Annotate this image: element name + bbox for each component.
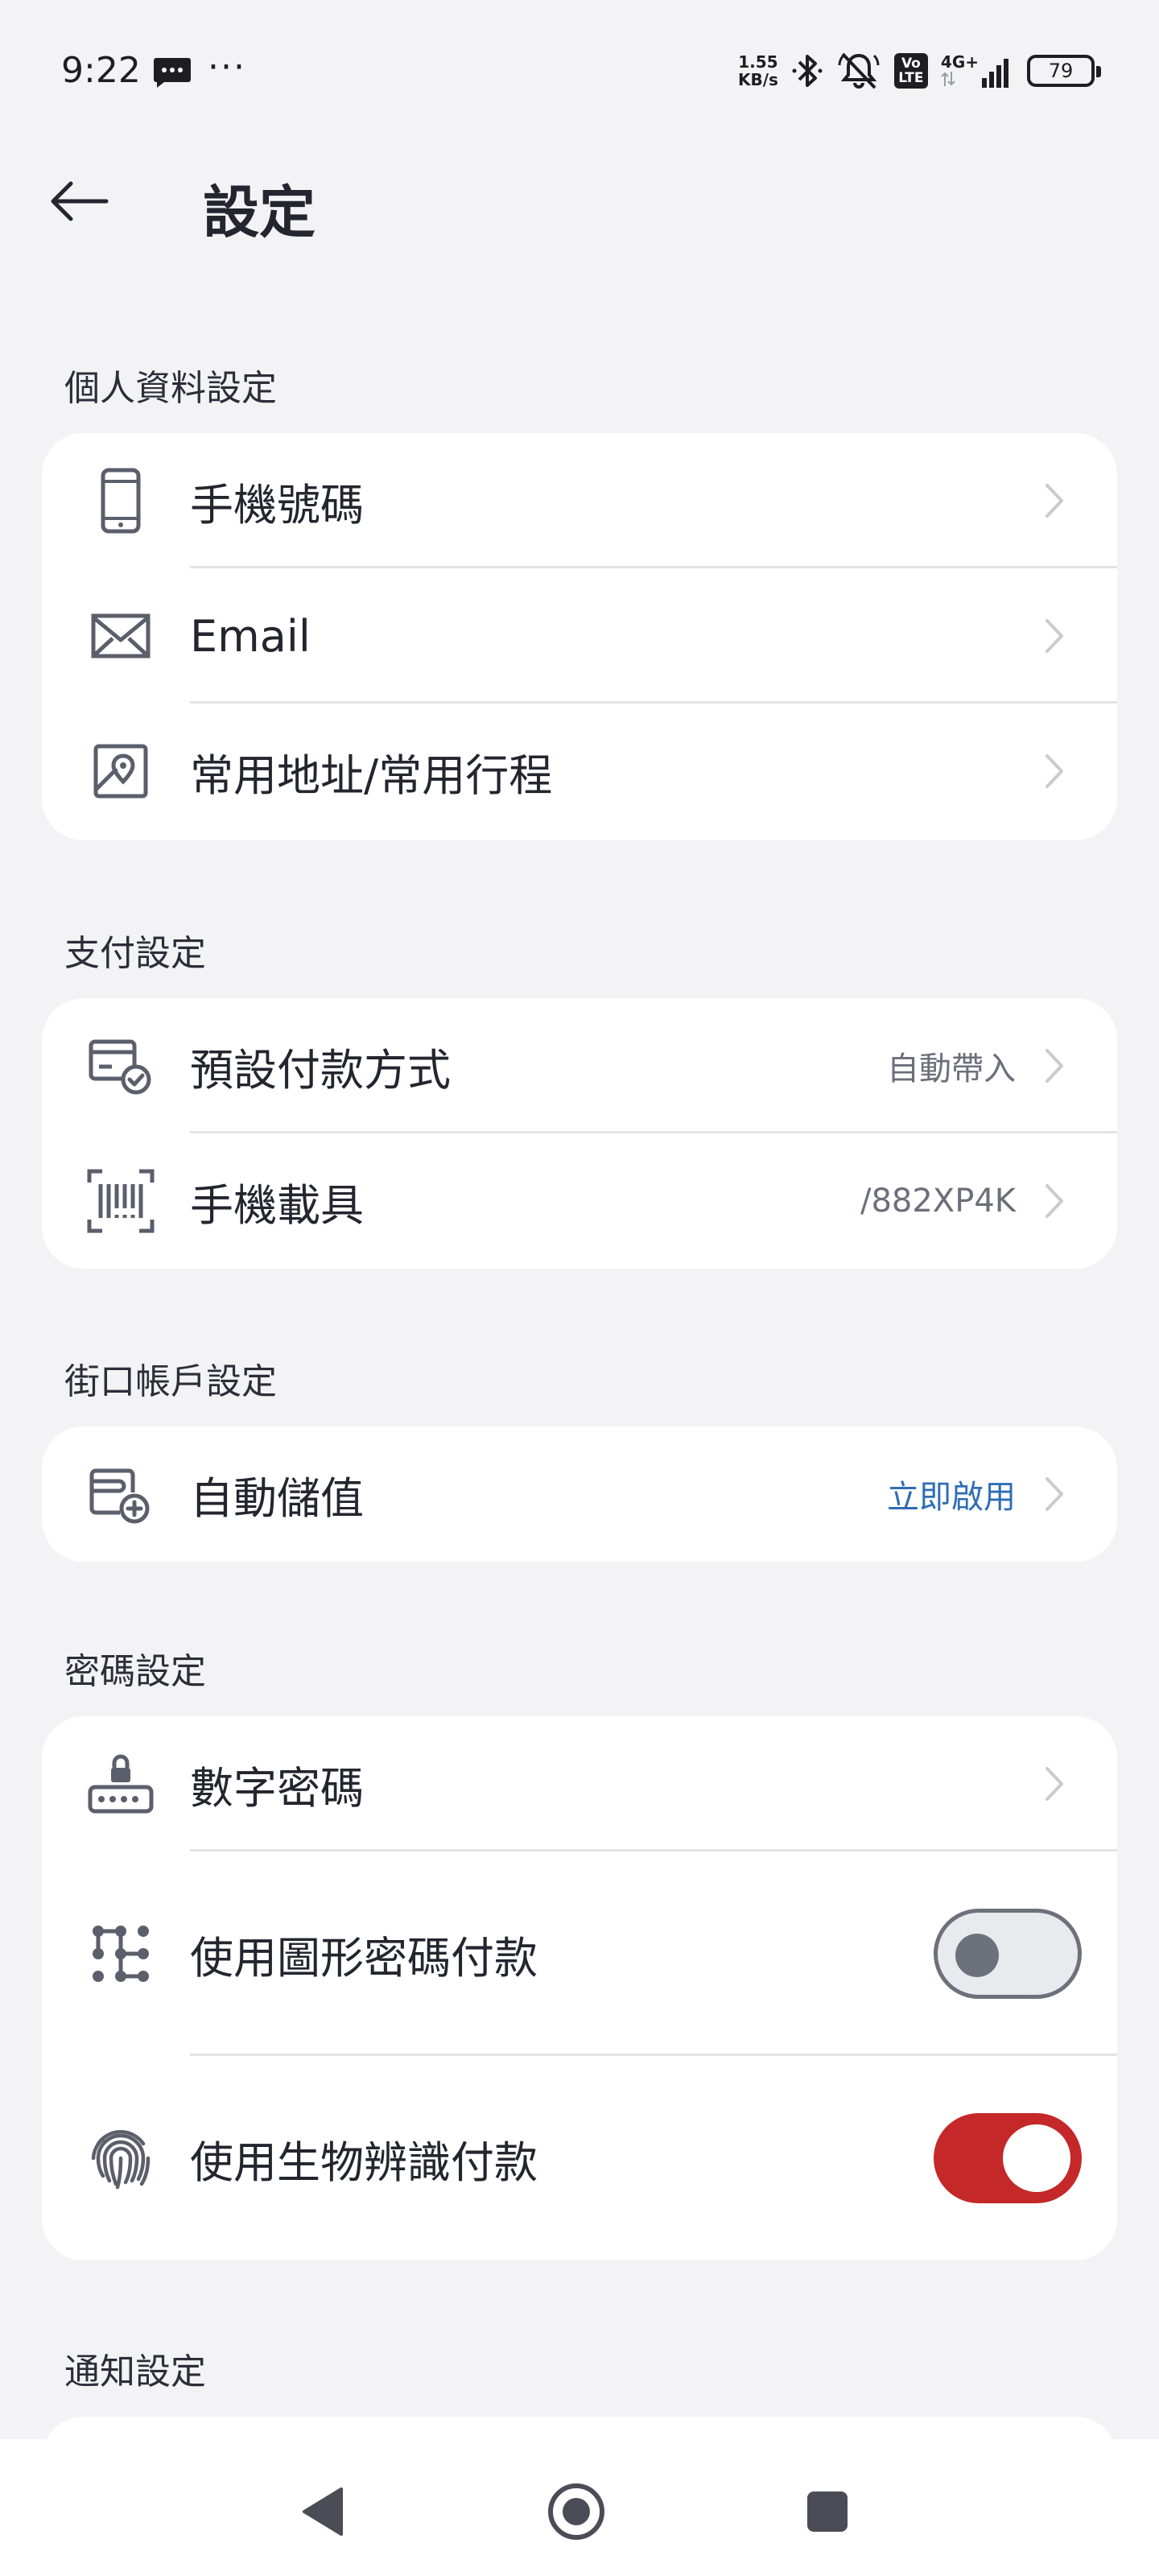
settings-screen: 9:22 ··· 1.55 KB/s Vo LTE 4G+ 79 設定 個人資料… (0, 0, 1159, 2576)
settings-item-value: /882XP4K (860, 1183, 1016, 1220)
settings-item-email[interactable]: Email (42, 568, 1117, 704)
network-speed: 1.55 KB/s (738, 53, 778, 89)
settings-item-auto-topup[interactable]: 自動儲值 立即啟用 (42, 1426, 1117, 1562)
settings-item-label: 數字密碼 (190, 1762, 364, 1814)
signal-strength-icon (982, 59, 1008, 88)
keypad-lock-icon (82, 1745, 159, 1823)
toggle-knob (955, 1934, 999, 1977)
settings-item-address[interactable]: 常用地址/常用行程 (42, 704, 1117, 839)
card-check-icon (82, 1027, 159, 1104)
network-speed-unit: KB/s (737, 70, 778, 89)
chevron-right-icon (1038, 749, 1070, 794)
settings-item-numeric-password[interactable]: 數字密碼 (42, 1716, 1117, 1852)
bluetooth-icon (792, 55, 823, 87)
back-button[interactable] (43, 172, 114, 230)
mail-icon (82, 597, 159, 675)
section-label-personal: 個人資料設定 (64, 368, 277, 409)
nav-recents-button[interactable] (787, 2471, 868, 2552)
settings-item-phone[interactable]: 手機號碼 (42, 433, 1117, 568)
network-type: 4G+ (940, 52, 979, 72)
network-speed-value: 1.55 (738, 52, 778, 72)
enable-now-link[interactable]: 立即啟用 (887, 1471, 1016, 1517)
fingerprint-icon (82, 2120, 159, 2197)
battery-indicator: 79 (1027, 55, 1101, 87)
settings-item-label: Email (190, 610, 311, 662)
section-label-notify: 通知設定 (64, 2351, 206, 2392)
signal-group: 4G+ (941, 54, 1014, 88)
card-personal: 手機號碼 Email 常用地址/常用行程 (42, 433, 1117, 840)
settings-item-label: 使用圖形密碼付款 (190, 1932, 538, 1984)
settings-item-label: 預設付款方式 (190, 1044, 451, 1096)
wallet-plus-icon (82, 1455, 159, 1533)
mute-bell-icon (838, 52, 880, 89)
section-label-password: 密碼設定 (64, 1651, 206, 1692)
more-notifications: ··· (208, 47, 246, 88)
phone-icon (82, 462, 159, 539)
map-pin-icon (82, 733, 159, 810)
card-password: 數字密碼 使用圖形密碼付款 使用生物辨識付款 (42, 1716, 1117, 2260)
status-bar: 9:22 ··· 1.55 KB/s Vo LTE 4G+ 79 (0, 0, 1159, 145)
chevron-right-icon (1038, 1179, 1070, 1224)
chevron-right-icon (1038, 1043, 1070, 1088)
settings-item-biometric: 使用生物辨識付款 (42, 2056, 1117, 2260)
system-navigation-bar (0, 2439, 1159, 2576)
settings-item-label: 手機號碼 (190, 479, 364, 530)
triangle-back-icon (303, 2487, 343, 2536)
page-title: 設定 (203, 180, 316, 246)
nav-home-button[interactable] (536, 2471, 617, 2552)
square-recents-icon (807, 2491, 848, 2532)
nav-back-button[interactable] (283, 2471, 364, 2552)
barcode-icon (82, 1162, 159, 1240)
settings-item-label: 自動儲值 (190, 1472, 364, 1524)
settings-item-value: 自動帶入 (887, 1051, 1016, 1088)
card-account: 自動儲值 立即啟用 (42, 1426, 1117, 1562)
section-label-account: 街口帳戶設定 (64, 1361, 277, 1402)
chevron-right-icon (1038, 478, 1070, 523)
settings-item-label: 使用生物辨識付款 (190, 2136, 538, 2188)
biometric-toggle[interactable] (934, 2113, 1082, 2203)
status-icons: 1.55 KB/s Vo LTE 4G+ 79 (738, 48, 1101, 93)
app-header: 設定 (0, 153, 1159, 250)
back-arrow-icon (51, 181, 109, 221)
circle-home-icon (548, 2483, 604, 2540)
settings-item-default-payment[interactable]: 預設付款方式 自動帶入 (42, 998, 1117, 1133)
settings-item-pattern-password: 使用圖形密碼付款 (42, 1852, 1117, 2056)
volte-badge: Vo LTE (893, 53, 928, 89)
pattern-icon (82, 1915, 159, 1992)
data-arrows-icon (941, 72, 955, 86)
chevron-right-icon (1038, 1472, 1070, 1517)
pattern-password-toggle[interactable] (934, 1909, 1082, 1999)
settings-item-label: 手機載具 (190, 1179, 364, 1231)
chevron-right-icon (1038, 1761, 1070, 1806)
toggle-knob (1003, 2124, 1070, 2192)
card-payment: 預設付款方式 自動帶入 手機載具 /882XP4K (42, 998, 1117, 1269)
status-time: 9:22 (61, 50, 141, 91)
section-label-payment: 支付設定 (64, 933, 206, 974)
message-notification-icon (153, 56, 192, 89)
settings-item-mobile-barcode[interactable]: 手機載具 /882XP4K (42, 1133, 1117, 1269)
chevron-right-icon (1038, 613, 1070, 658)
settings-item-label: 常用地址/常用行程 (190, 749, 553, 801)
